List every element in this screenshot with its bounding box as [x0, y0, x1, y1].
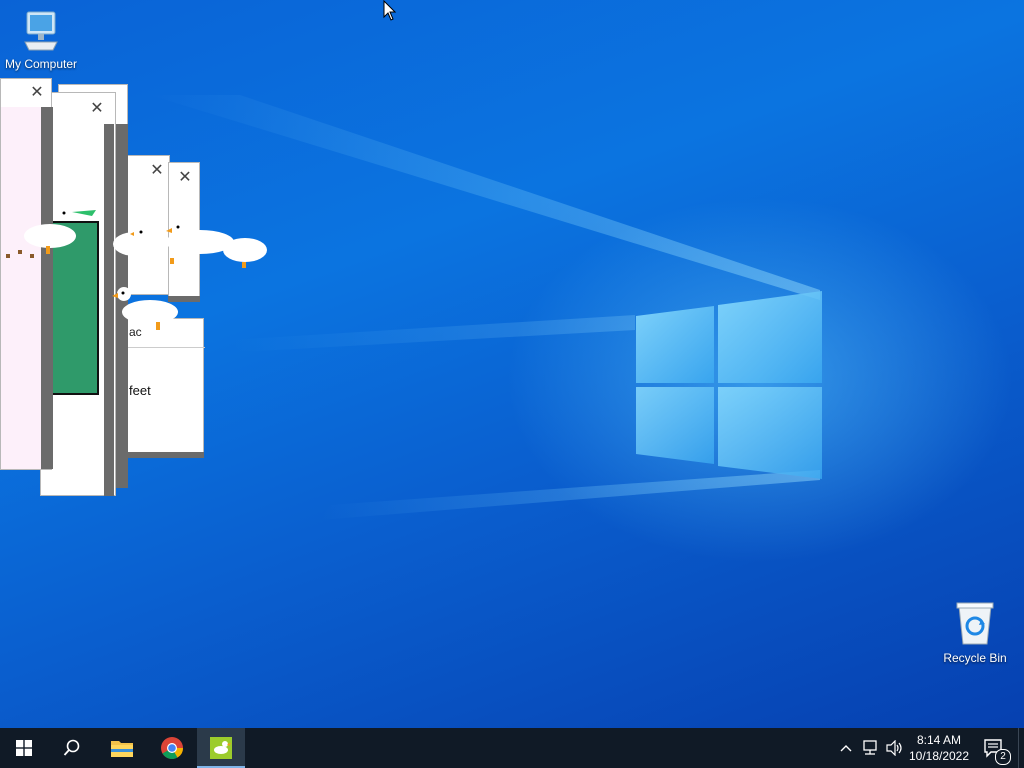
folder-icon	[111, 741, 133, 757]
clock[interactable]: 8:14 AM 10/18/2022	[904, 728, 974, 768]
desktop-icon-recycle-bin[interactable]: Recycle Bin	[934, 600, 1016, 665]
desktop: My Computer Recycle Bin ✕ ✕ ac feet ✕ ✕	[0, 0, 1024, 728]
recycle-bin-icon	[956, 602, 994, 645]
goose-sprites	[6, 207, 267, 330]
window-shadow	[124, 452, 204, 458]
goose-app-button[interactable]	[197, 728, 245, 768]
notification-badge: 2	[995, 749, 1011, 765]
mouse-cursor-icon	[383, 0, 397, 21]
desktop-icon-label: My Computer	[4, 57, 78, 71]
volume-button[interactable]	[884, 728, 906, 768]
taskbar: 8:14 AM 10/18/2022 2	[0, 728, 1024, 768]
chevron-up-icon	[840, 745, 852, 752]
goose-app-icon	[210, 737, 232, 759]
network-icon	[863, 740, 877, 755]
network-button[interactable]	[860, 728, 882, 768]
search-button[interactable]	[48, 728, 96, 768]
wallpaper-windows-logo	[636, 291, 822, 479]
speaker-icon	[886, 740, 902, 756]
show-desktop-button[interactable]	[1018, 728, 1024, 768]
search-icon	[63, 739, 80, 756]
file-explorer-button[interactable]	[98, 728, 146, 768]
desktop-icon-label: Recycle Bin	[943, 651, 1007, 665]
desktop-icon-my-computer[interactable]: My Computer	[0, 10, 82, 71]
close-icon[interactable]: ✕	[175, 168, 195, 188]
clock-time: 8:14 AM	[916, 733, 962, 747]
close-icon[interactable]: ✕	[147, 161, 167, 181]
window-text: feet	[129, 383, 151, 398]
start-button[interactable]	[0, 728, 48, 768]
windows-logo-icon	[16, 740, 32, 756]
chrome-icon	[161, 737, 183, 759]
action-center-button[interactable]: 2	[976, 728, 1012, 768]
close-icon[interactable]: ✕	[27, 83, 47, 103]
close-icon[interactable]: ✕	[87, 99, 107, 119]
clock-date: 10/18/2022	[908, 749, 970, 763]
chrome-button[interactable]	[148, 728, 196, 768]
show-hidden-icons-button[interactable]	[836, 728, 856, 768]
computer-icon	[24, 11, 58, 51]
